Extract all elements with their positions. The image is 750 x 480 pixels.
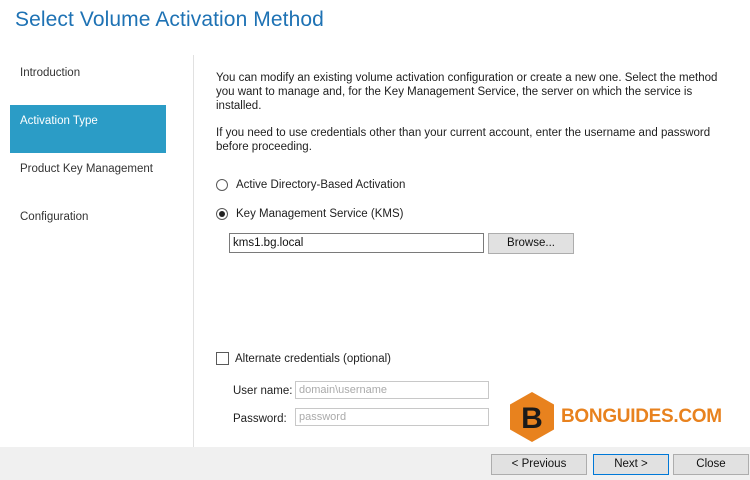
watermark-text: BONGUIDES.COM xyxy=(561,406,722,427)
next-button[interactable]: Next > xyxy=(593,454,669,475)
kms-server-input[interactable] xyxy=(229,233,484,253)
content-area: You can modify an existing volume activa… xyxy=(216,71,736,167)
alternate-credentials-label: Alternate credentials (optional) xyxy=(235,352,391,365)
bonguides-logo-icon: B xyxy=(510,392,554,442)
radio-ad-activation-label: Active Directory-Based Activation xyxy=(236,179,406,191)
nav-item-introduction[interactable]: Introduction xyxy=(10,57,166,105)
nav-divider xyxy=(193,55,194,447)
password-input[interactable] xyxy=(295,408,489,426)
close-button[interactable]: Close xyxy=(673,454,749,475)
nav-item-configuration[interactable]: Configuration xyxy=(10,201,166,249)
previous-button[interactable]: < Previous xyxy=(491,454,587,475)
checkbox-unchecked-icon[interactable] xyxy=(216,352,229,365)
radio-kms-label: Key Management Service (KMS) xyxy=(236,208,404,220)
credentials-note: If you need to use credentials other tha… xyxy=(216,127,711,153)
browse-button[interactable]: Browse... xyxy=(488,233,574,254)
wizard-nav: Introduction Activation Type Product Key… xyxy=(10,57,166,249)
username-label: User name: xyxy=(233,385,293,397)
intro-text: You can modify an existing volume activa… xyxy=(216,72,718,112)
logo-letter: B xyxy=(521,402,543,435)
alternate-credentials-checkbox[interactable]: Alternate credentials (optional) xyxy=(216,352,391,365)
nav-item-activation-type[interactable]: Activation Type xyxy=(10,105,166,153)
bonguides-watermark: B BONGUIDES.COM xyxy=(509,391,722,443)
nav-item-product-key-management[interactable]: Product Key Management xyxy=(10,153,166,201)
radio-kms[interactable]: Key Management Service (KMS) xyxy=(216,208,403,220)
radio-checked-icon[interactable] xyxy=(216,208,228,220)
page-title: Select Volume Activation Method xyxy=(15,8,324,31)
username-input[interactable] xyxy=(295,381,489,399)
radio-ad-activation[interactable]: Active Directory-Based Activation xyxy=(216,179,405,191)
radio-unchecked-icon[interactable] xyxy=(216,179,228,191)
password-label: Password: xyxy=(233,413,287,425)
